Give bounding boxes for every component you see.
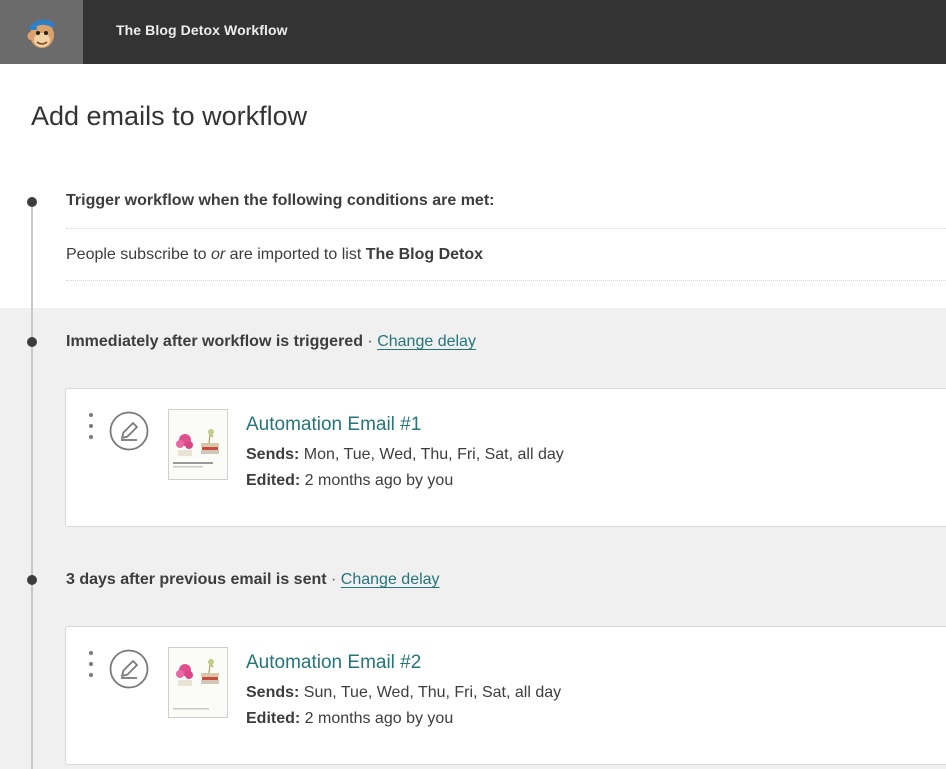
- email-card: Automation Email #1 Sends: Mon, Tue, Wed…: [65, 388, 946, 527]
- email-sends: Sends: Mon, Tue, Wed, Thu, Fri, Sat, all…: [246, 446, 564, 464]
- logo-button[interactable]: [0, 0, 83, 64]
- top-bar: The Blog Detox Workflow: [0, 0, 946, 64]
- edited-label: Edited:: [246, 472, 301, 489]
- delay-label: 3 days after previous email is sent: [66, 571, 327, 588]
- edit-pencil-icon[interactable]: [109, 411, 149, 451]
- timeline-dot: [27, 575, 37, 585]
- trigger-condition: People subscribe to or are imported to l…: [66, 246, 483, 264]
- workflow-title: The Blog Detox Workflow: [116, 22, 288, 38]
- timeline-dot: [27, 197, 37, 207]
- sends-label: Sends:: [246, 446, 300, 463]
- trigger-text-before: People subscribe to: [66, 246, 211, 263]
- delay-separator: ·: [331, 571, 337, 588]
- more-options-icon[interactable]: [88, 651, 94, 677]
- edit-pencil-icon[interactable]: [109, 649, 149, 689]
- email-thumbnail[interactable]: [168, 409, 228, 480]
- email-title-link[interactable]: Automation Email #2: [246, 652, 421, 674]
- divider: [66, 228, 946, 229]
- email-edited: Edited: 2 months ago by you: [246, 710, 453, 728]
- mailchimp-logo-icon: [27, 19, 55, 48]
- timeline-dot: [27, 337, 37, 347]
- email-card: Automation Email #2 Sends: Sun, Tue, Wed…: [65, 626, 946, 765]
- email-preview-image: [169, 648, 227, 717]
- timeline-line: [31, 202, 33, 769]
- sends-value: Mon, Tue, Wed, Thu, Fri, Sat, all day: [303, 446, 564, 463]
- edited-value: 2 months ago by you: [304, 710, 454, 727]
- email-preview-image: [169, 410, 227, 479]
- change-delay-link[interactable]: Change delay: [341, 571, 440, 588]
- delay-row: Immediately after workflow is triggered …: [66, 333, 476, 351]
- email-thumbnail[interactable]: [168, 647, 228, 718]
- edited-label: Edited:: [246, 710, 301, 727]
- trigger-list-name: The Blog Detox: [365, 246, 484, 263]
- delay-separator: ·: [367, 333, 373, 350]
- delay-label: Immediately after workflow is triggered: [66, 333, 363, 350]
- divider: [66, 280, 946, 281]
- edited-value: 2 months ago by you: [304, 472, 454, 489]
- sends-value: Sun, Tue, Wed, Thu, Fri, Sat, all day: [303, 684, 562, 701]
- trigger-text-mid: are imported to list: [225, 246, 366, 263]
- delay-row: 3 days after previous email is sent · Ch…: [66, 571, 440, 589]
- page-title: Add emails to workflow: [31, 101, 308, 131]
- trigger-heading: Trigger workflow when the following cond…: [66, 192, 495, 209]
- more-options-icon[interactable]: [88, 413, 94, 439]
- email-edited: Edited: 2 months ago by you: [246, 472, 453, 490]
- email-title-link[interactable]: Automation Email #1: [246, 414, 421, 436]
- change-delay-link[interactable]: Change delay: [377, 333, 476, 350]
- trigger-text-em: or: [210, 246, 226, 263]
- sends-label: Sends:: [246, 684, 300, 701]
- email-sends: Sends: Sun, Tue, Wed, Thu, Fri, Sat, all…: [246, 684, 561, 702]
